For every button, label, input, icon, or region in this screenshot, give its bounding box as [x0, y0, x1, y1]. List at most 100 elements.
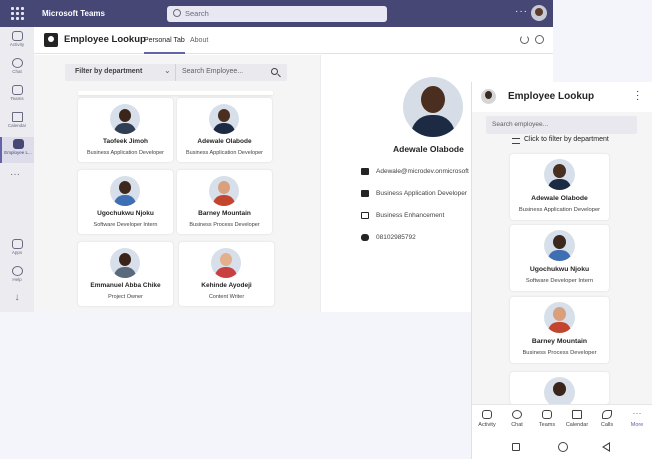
mobile-search-input[interactable]: Search employee... — [486, 116, 637, 134]
employee-card[interactable]: Ugochukwu Njoku Software Developer Inter… — [78, 170, 173, 234]
phone-icon — [602, 410, 612, 419]
employee-name: Ugochukwu Njoku — [529, 266, 590, 273]
mobile-employee-card[interactable]: Barney Mountain Business Process Develop… — [510, 297, 609, 363]
employee-role: Project Owner — [108, 294, 143, 300]
employee-name: Ugochukwu Njoku — [97, 210, 154, 217]
nav-calendar[interactable]: Calendar — [562, 410, 592, 428]
nav-teams[interactable]: Teams — [532, 410, 562, 428]
employee-photo — [110, 104, 140, 134]
user-avatar[interactable] — [531, 5, 547, 21]
photo-body — [548, 179, 571, 190]
home-icon[interactable] — [558, 442, 568, 452]
mobile-user-avatar[interactable] — [481, 89, 496, 104]
recent-apps-icon[interactable] — [512, 443, 520, 451]
nav-calls[interactable]: Calls — [592, 410, 622, 428]
nav-more[interactable]: ··· More — [622, 408, 652, 429]
photo-head — [119, 181, 131, 194]
employee-detail-name: Adewale Olabode — [393, 144, 464, 154]
back-icon[interactable] — [602, 442, 610, 452]
employee-card[interactable]: Adewale Olabode Business Application Dev… — [177, 98, 272, 162]
employee-name: Kehinde Ayodeji — [201, 282, 252, 289]
rail-item-calendar[interactable]: Calendar — [0, 110, 34, 136]
employee-role: Content Writer — [208, 294, 245, 300]
photo-body — [114, 195, 136, 206]
kebab-menu-icon[interactable]: · · · — [636, 87, 640, 105]
calendar-icon — [11, 112, 23, 122]
detail-phone[interactable]: 08102985792 — [376, 234, 416, 241]
employee-card[interactable]: Taofeek Jimoh Business Application Devel… — [78, 98, 173, 162]
app-name: Microsoft Teams — [42, 9, 105, 18]
filter-by-department-button[interactable]: Click to filter by department — [524, 136, 609, 143]
chevron-down-icon[interactable]: ⌄ — [164, 66, 171, 75]
photo-head — [553, 164, 566, 178]
nav-chat[interactable]: Chat — [502, 410, 532, 428]
employee-card[interactable]: Barney Mountain Business Process Develop… — [177, 170, 272, 234]
rail-item-employee-lookup[interactable]: Employee L... — [0, 137, 34, 163]
photo-body — [213, 195, 235, 206]
employee-name: Emmanuel Abba Chike — [90, 282, 161, 289]
rail-item-activity[interactable]: Activity — [0, 29, 34, 55]
mobile-employee-card-partial[interactable] — [510, 372, 609, 404]
help-icon — [11, 266, 23, 276]
employee-name: Barney Mountain — [531, 338, 588, 345]
employee-name: Adewale Olabode — [197, 138, 252, 145]
nav-label: Teams — [538, 422, 556, 428]
rail-item-download[interactable]: ↓ — [0, 289, 34, 312]
global-search-input[interactable]: Search — [167, 6, 387, 22]
employee-lookup-icon — [12, 139, 24, 149]
search-icon[interactable] — [271, 68, 278, 75]
refresh-icon[interactable] — [520, 35, 529, 44]
rail-label: Employee L... — [4, 150, 32, 155]
bell-icon — [11, 31, 23, 41]
employee-detail-photo — [403, 77, 463, 137]
nav-label: Chat — [511, 422, 523, 428]
teams-icon — [11, 85, 23, 95]
detail-email[interactable]: Adewale@microdev.onmicrosoft — [376, 168, 469, 175]
nav-activity[interactable]: Activity — [472, 410, 502, 428]
mail-icon — [361, 168, 369, 175]
app-launcher-icon[interactable] — [11, 7, 24, 20]
tab-about[interactable]: About — [190, 37, 208, 44]
rail-label: Apps — [11, 250, 23, 255]
rail-item-help[interactable]: Help — [0, 264, 34, 290]
photo-head — [553, 382, 566, 396]
globe-icon[interactable] — [535, 35, 544, 44]
title-bar: Microsoft Teams Search ··· — [0, 0, 553, 27]
photo-head — [218, 109, 230, 122]
filter-icon — [512, 138, 520, 144]
teams-mobile-screen: Employee Lookup · · · Search employee... C… — [471, 82, 652, 459]
search-placeholder: Search — [185, 9, 209, 18]
rail-item-apps[interactable]: Apps — [0, 237, 34, 263]
detail-role: Business Application Developer — [376, 190, 468, 197]
employee-photo — [211, 248, 241, 278]
employee-photo — [544, 302, 575, 333]
nav-label: Calendar — [565, 422, 589, 428]
chat-icon — [11, 58, 23, 68]
briefcase-icon — [361, 190, 369, 197]
mobile-employee-card[interactable]: Adewale Olabode Business Application Dev… — [510, 154, 609, 220]
employee-role: Business Application Developer — [185, 150, 264, 156]
more-options-button[interactable]: ··· — [515, 6, 528, 17]
employee-card[interactable]: Kehinde Ayodeji Content Writer — [179, 242, 274, 306]
apps-icon — [11, 239, 23, 249]
photo-body — [215, 267, 237, 278]
employee-search-input[interactable]: Search Employee... — [175, 64, 287, 81]
department-filter-dropdown[interactable]: Filter by department — [75, 68, 142, 75]
employee-lookup-logo-icon — [44, 33, 58, 47]
more-dots-icon: ··· — [632, 408, 642, 418]
employee-role: Business Application Developer — [518, 207, 601, 213]
rail-item-chat[interactable]: Chat — [0, 56, 34, 82]
mobile-bottom-nav: Activity Chat Teams Calendar Calls ··· Mo… — [472, 404, 652, 437]
mobile-employee-card[interactable]: Ugochukwu Njoku Software Developer Inter… — [510, 225, 609, 291]
employee-role: Business Process Developer — [522, 350, 597, 356]
photo-body — [548, 250, 571, 261]
rail-more-button[interactable]: ··· — [10, 169, 20, 180]
photo-body — [114, 123, 136, 134]
rail-label: Activity — [9, 42, 25, 47]
photo-head — [119, 253, 131, 266]
employee-card[interactable]: Emmanuel Abba Chike Project Owner — [78, 242, 173, 306]
tab-personal[interactable]: Personal Tab — [144, 37, 185, 54]
employee-photo — [544, 377, 575, 404]
rail-item-teams[interactable]: Teams — [0, 83, 34, 109]
android-system-nav — [472, 437, 652, 459]
